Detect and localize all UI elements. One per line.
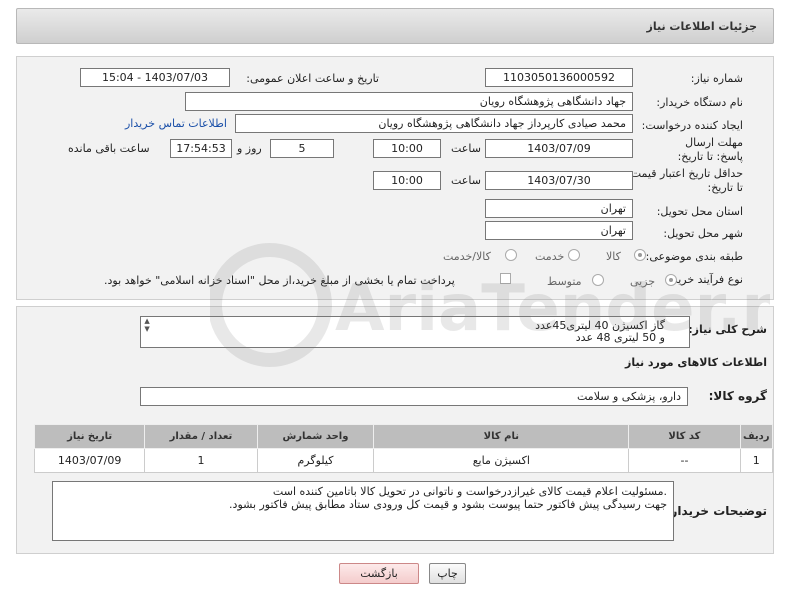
- table-row: 1 -- اکسیژن مایع کیلوگرم 1 1403/07/09: [33, 448, 774, 473]
- process-medium-radio[interactable]: [592, 274, 604, 286]
- buyer-notes-line-1: .مسئولیت اعلام قیمت کالای غیرازدرخواست و…: [272, 485, 667, 498]
- cell-row-number: 1: [739, 448, 774, 473]
- announce-date-field: 1403/07/03 - 15:04: [80, 68, 230, 87]
- deadline-time-field: 10:00: [373, 139, 441, 158]
- page-header: جزئیات اطلاعات نیاز: [16, 8, 774, 44]
- deadline-date-field: 1403/07/09: [485, 139, 633, 158]
- validity-date-field: 1403/07/30: [485, 171, 633, 190]
- print-button[interactable]: چاپ: [429, 563, 466, 584]
- goods-table: ردیف کد کالا نام کالا واحد شمارش تعداد /…: [33, 424, 774, 473]
- buyer-notes-line-2: جهت رسیدگی پیش فاکتور حتما پیوست بشود و …: [229, 498, 667, 511]
- days-label: روز و: [237, 142, 262, 155]
- description-scrollbar[interactable]: ▲ ▼: [141, 317, 153, 333]
- deadline-label: مهلت ارسال پاسخ: تا تاریخ:: [677, 136, 743, 163]
- category-goods-service-radio[interactable]: [505, 249, 517, 261]
- remaining-time-field: 17:54:53: [170, 139, 232, 158]
- cell-need-date: 1403/07/09: [33, 448, 146, 473]
- cell-unit: کیلوگرم: [256, 448, 375, 473]
- creator-field: محمد صیادی کارپرداز جهاد دانشگاهی پژوهشگ…: [235, 114, 633, 133]
- col-need-date: تاریخ نیاز: [33, 424, 146, 449]
- goods-group-label: گروه کالا:: [708, 389, 767, 403]
- validity-time-field: 10:00: [373, 171, 441, 190]
- province-field: تهران: [485, 199, 633, 218]
- category-goods-label: کالا: [606, 250, 621, 263]
- category-goods-service-label: کالا/خدمت: [443, 250, 491, 263]
- description-label: شرح کلی نیاز:: [688, 323, 767, 336]
- process-minor-label: جزیی: [630, 275, 656, 288]
- need-number-field: 1103050136000592: [485, 68, 633, 87]
- col-goods-code: کد کالا: [628, 424, 741, 449]
- announce-label: تاریخ و ساعت اعلان عمومی:: [246, 72, 379, 85]
- back-button[interactable]: بازگشت: [339, 563, 419, 584]
- need-number-label: شماره نیاز:: [690, 72, 743, 85]
- goods-section-title: اطلاعات کالاهای مورد نیاز: [625, 356, 767, 369]
- scroll-down-icon[interactable]: ▼: [144, 325, 149, 333]
- category-service-label: خدمت: [535, 250, 565, 263]
- treasury-payment-note: پرداخت تمام یا بخشی از مبلغ خرید،از محل …: [104, 274, 455, 287]
- col-quantity: تعداد / مقدار: [144, 424, 258, 449]
- remaining-label: ساعت باقی مانده: [68, 142, 150, 155]
- validity-label: حداقل تاریخ اعتبار قیمت: تا تاریخ:: [627, 167, 743, 194]
- goods-group-field: دارو، پزشکی و سلامت: [140, 387, 688, 406]
- city-label: شهر محل تحویل:: [663, 227, 743, 240]
- buyer-notes-textarea[interactable]: .مسئولیت اعلام قیمت کالای غیرازدرخواست و…: [52, 481, 674, 541]
- process-minor-radio[interactable]: [665, 274, 677, 286]
- col-row-number: ردیف: [739, 424, 774, 449]
- category-label: طبقه بندی موضوعی:: [645, 250, 743, 263]
- cell-goods-code: --: [628, 448, 741, 473]
- deadline-time-label: ساعت: [451, 142, 481, 155]
- buyer-field: جهاد دانشگاهی پژوهشگاه رویان: [185, 92, 633, 111]
- buyer-contact-link[interactable]: اطلاعات تماس خریدار: [125, 117, 227, 130]
- buyer-label: نام دستگاه خریدار:: [656, 96, 743, 109]
- cell-quantity: 1: [144, 448, 258, 473]
- buyer-notes-label: توضیحات خریدار:: [665, 504, 767, 518]
- category-goods-radio[interactable]: [634, 249, 646, 261]
- process-medium-label: متوسط: [547, 275, 582, 288]
- validity-time-label: ساعت: [451, 174, 481, 187]
- city-field: تهران: [485, 221, 633, 240]
- category-service-radio[interactable]: [568, 249, 580, 261]
- province-label: استان محل تحویل:: [656, 205, 743, 218]
- description-line-2: و 50 لیتری 48 عدد: [575, 331, 665, 344]
- description-textarea[interactable]: گاز اکسیژن 40 لیتری45عدد و 50 لیتری 48 ع…: [140, 316, 690, 348]
- cell-goods-name: اکسیژن مایع: [373, 448, 630, 473]
- goods-table-header: ردیف کد کالا نام کالا واحد شمارش تعداد /…: [33, 424, 774, 449]
- page-title: جزئیات اطلاعات نیاز: [646, 20, 758, 33]
- col-unit: واحد شمارش: [256, 424, 375, 449]
- creator-label: ایجاد کننده درخواست:: [641, 119, 743, 132]
- scroll-up-icon[interactable]: ▲: [144, 317, 149, 325]
- col-goods-name: نام کالا: [373, 424, 630, 449]
- treasury-payment-checkbox[interactable]: [500, 273, 511, 284]
- days-remaining-field: 5: [270, 139, 334, 158]
